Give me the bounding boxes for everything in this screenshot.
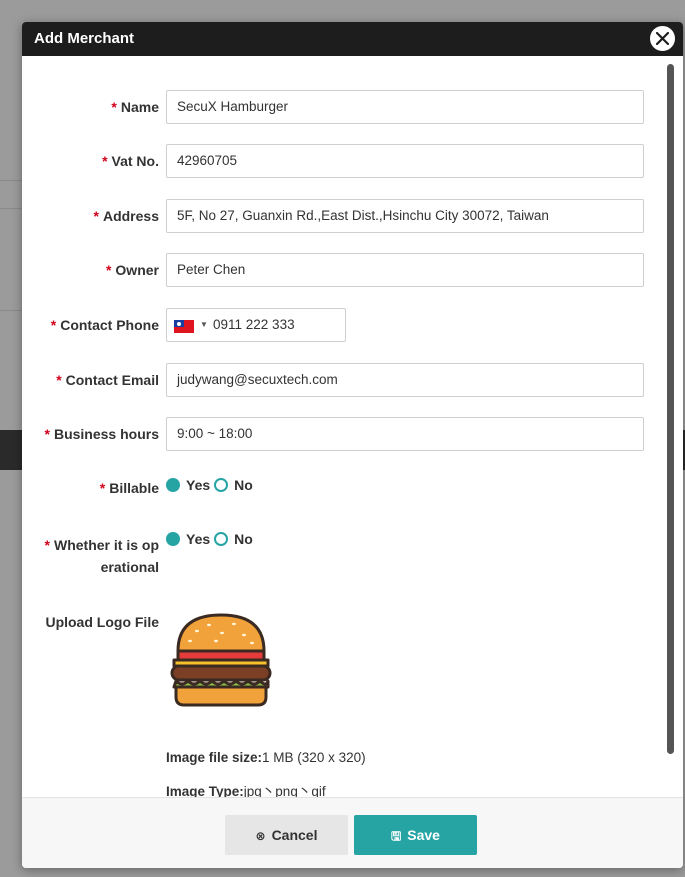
close-icon[interactable] <box>648 24 677 53</box>
image-size-info: Image file size:1 MB (320 x 320) <box>166 750 366 765</box>
phone-label-text: Contact Phone <box>60 317 159 333</box>
modal-header: Add Merchant <box>22 22 683 56</box>
hours-input[interactable]: 9:00 ~ 18:00 <box>166 417 644 451</box>
name-label: * Name <box>111 99 159 115</box>
billable-radio-group: Yes No <box>166 477 257 493</box>
hamburger-logo-image[interactable] <box>164 611 279 711</box>
image-size-key: Image file size: <box>166 750 263 765</box>
modal-footer: ⊗ Cancel 🖫 Save <box>22 797 683 868</box>
save-label: Save <box>407 827 440 843</box>
billable-yes-label[interactable]: Yes <box>186 477 210 493</box>
cancel-label: Cancel <box>271 827 318 843</box>
hours-label-text: Business hours <box>53 426 159 442</box>
operational-yes-label[interactable]: Yes <box>186 531 210 547</box>
cancel-circle-icon: ⊗ <box>255 829 266 843</box>
required-mark: * <box>102 153 108 169</box>
required-mark: * <box>105 262 112 278</box>
email-input[interactable]: judywang@secuxtech.com <box>166 363 644 397</box>
modal-title: Add Merchant <box>34 30 135 47</box>
billable-yes-radio[interactable] <box>166 478 180 492</box>
required-mark: * <box>93 208 99 224</box>
required-mark: * <box>99 480 106 496</box>
billable-label-text: Billable <box>109 480 159 496</box>
address-label: * Address <box>94 208 159 224</box>
owner-label: * Owner <box>106 262 159 278</box>
required-mark: * <box>111 99 117 115</box>
phone-input[interactable]: ▼ 0911 222 333 <box>166 308 346 342</box>
add-merchant-modal: Add Merchant * Name SecuX Hamburger * Vat … <box>22 22 683 868</box>
name-label-text: Name <box>120 99 159 115</box>
required-mark: * <box>50 317 57 333</box>
background-divider <box>0 180 22 181</box>
vat-label-text: Vat No. <box>111 153 159 169</box>
floppy-disk-icon: 🖫 <box>391 829 402 843</box>
operational-label-text: Whether it is op erational <box>54 537 159 575</box>
email-label-text: Contact Email <box>65 372 159 388</box>
billable-label: * Billable <box>100 480 159 496</box>
required-mark: * <box>56 372 62 388</box>
save-button[interactable]: 🖫 Save <box>354 815 477 855</box>
taiwan-flag-icon[interactable] <box>174 320 194 333</box>
owner-label-text: Owner <box>115 262 159 278</box>
operational-no-label[interactable]: No <box>234 531 253 547</box>
required-mark: * <box>44 537 50 553</box>
scrollbar[interactable] <box>667 64 674 754</box>
background-divider <box>0 310 22 311</box>
cancel-button[interactable]: ⊗ Cancel <box>225 815 348 855</box>
email-label: * Contact Email <box>56 372 159 388</box>
name-input[interactable]: SecuX Hamburger <box>166 90 644 124</box>
image-size-value: 1 MB (320 x 320) <box>262 750 366 765</box>
background-bar <box>0 430 22 470</box>
operational-radio-group: Yes No <box>166 531 257 547</box>
logo-label: Upload Logo File <box>45 614 159 630</box>
owner-input[interactable]: Peter Chen <box>166 253 644 287</box>
operational-label: * Whether it is op erational <box>29 534 159 578</box>
vat-label: * Vat No. <box>102 153 159 169</box>
background-divider <box>0 208 22 209</box>
operational-no-radio[interactable] <box>214 532 229 546</box>
phone-number: 0911 222 333 <box>213 317 295 332</box>
vat-input[interactable]: 42960705 <box>166 144 644 178</box>
hours-label: * Business hours <box>45 426 159 442</box>
address-input[interactable]: 5F, No 27, Guanxin Rd.,East Dist.,Hsinch… <box>166 199 644 233</box>
billable-no-label[interactable]: No <box>234 477 253 493</box>
address-label-text: Address <box>102 208 159 224</box>
chevron-down-icon[interactable]: ▼ <box>200 309 208 341</box>
required-mark: * <box>44 426 50 442</box>
operational-yes-radio[interactable] <box>166 532 180 546</box>
billable-no-radio[interactable] <box>214 478 229 492</box>
phone-label: * Contact Phone <box>51 317 159 333</box>
